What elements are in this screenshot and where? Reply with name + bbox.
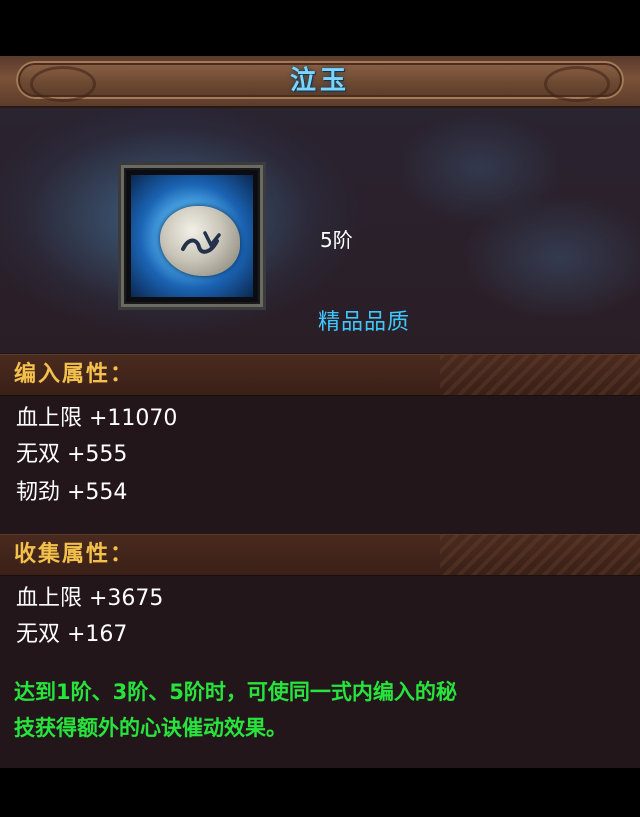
item-detail-panel: 泣玉 5阶 精品品质 编入属性： 血上限 +11070 无双 +555 韧劲 +… bbox=[0, 56, 640, 768]
item-tier: 5阶 bbox=[320, 228, 353, 252]
embed-attributes-title: 编入属性： bbox=[14, 362, 135, 387]
title-bar: 泣玉 bbox=[0, 56, 640, 108]
collect-stat-hp: 血上限 +3675 bbox=[16, 586, 164, 611]
item-name-title: 泣玉 bbox=[289, 66, 350, 96]
embed-stat-renjin: 韧劲 +554 bbox=[16, 480, 128, 505]
item-icon-frame[interactable] bbox=[118, 162, 266, 310]
rune-icon bbox=[181, 231, 221, 254]
collect-stat-wushuang: 无双 +167 bbox=[16, 622, 128, 647]
header-pattern bbox=[440, 535, 640, 575]
embed-stat-hp: 血上限 +11070 bbox=[16, 406, 178, 431]
header-pattern bbox=[440, 355, 640, 395]
embed-stat-wushuang: 无双 +555 bbox=[16, 442, 128, 467]
effect-description-line-2: 技获得额外的心诀催动效果。 bbox=[14, 716, 287, 740]
collect-attributes-header: 收集属性： bbox=[0, 534, 640, 576]
item-header: 5阶 精品品质 bbox=[0, 108, 640, 353]
collect-attributes-title: 收集属性： bbox=[14, 542, 135, 567]
effect-description-line-1: 达到1阶、3阶、5阶时，可使同一式内编入的秘 bbox=[14, 680, 457, 704]
item-quality: 精品品质 bbox=[318, 310, 411, 335]
embed-attributes-header: 编入属性： bbox=[0, 354, 640, 396]
